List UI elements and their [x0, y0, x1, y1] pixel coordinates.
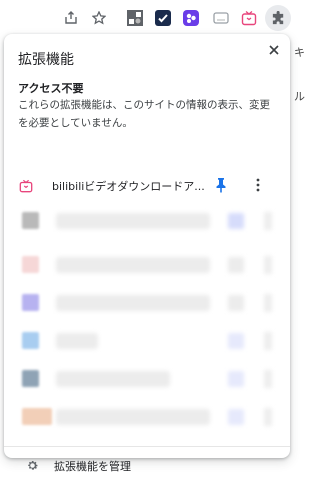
- page-edge-text: ル: [294, 90, 305, 103]
- extensions-puzzle-icon[interactable]: [265, 5, 291, 31]
- list-item[interactable]: [4, 292, 290, 314]
- more-vert-icon: [264, 332, 272, 350]
- share-icon[interactable]: [60, 7, 82, 29]
- extension-row[interactable]: bilibiliビデオダウンロードア...: [4, 170, 290, 200]
- extension-icon: [22, 332, 39, 349]
- extensions-popup: 拡張機能 アクセス不要 これらの拡張機能は、このサイトの情報の表示、変更を必要と…: [4, 34, 290, 473]
- extension-icon: [22, 294, 39, 311]
- pin-icon: [228, 371, 244, 387]
- list-item[interactable]: [4, 330, 290, 352]
- extension-card-icon[interactable]: [210, 7, 232, 29]
- gear-icon: [26, 457, 40, 471]
- extension-gift-icon[interactable]: [238, 7, 260, 29]
- extension-purple-icon[interactable]: [180, 7, 202, 29]
- extension-name-blurred: [56, 257, 210, 273]
- extension-name-blurred: [56, 371, 170, 387]
- more-vert-icon: [264, 294, 272, 312]
- pin-icon: [216, 178, 226, 193]
- pin-icon: [228, 409, 244, 425]
- more-options-button[interactable]: [250, 177, 266, 193]
- pin-icon: [228, 333, 244, 349]
- manage-extensions-label: 拡張機能を管理: [54, 460, 131, 473]
- list-item[interactable]: [4, 406, 290, 428]
- popup-title: 拡張機能: [18, 52, 74, 68]
- close-icon: [269, 45, 279, 55]
- pin-button[interactable]: [214, 177, 230, 193]
- extension-name: bilibiliビデオダウンロードア...: [52, 180, 205, 193]
- close-button[interactable]: [264, 40, 284, 60]
- section-title: アクセス不要: [18, 82, 84, 95]
- extension-name-blurred: [56, 295, 210, 311]
- list-item[interactable]: [4, 210, 290, 232]
- page-edge-text: キ: [294, 46, 305, 59]
- extension-name-blurred: [56, 409, 210, 425]
- list-item[interactable]: [4, 368, 290, 390]
- extension-icon: [22, 370, 39, 387]
- extension-icon: [22, 256, 39, 273]
- extension-icon: [22, 408, 52, 425]
- obscured-extension-list: [4, 210, 290, 430]
- extension-todo-icon[interactable]: [152, 7, 174, 29]
- more-vert-icon: [264, 370, 272, 388]
- extension-name-blurred: [56, 213, 210, 229]
- extension-icon: [22, 212, 39, 229]
- list-item[interactable]: [4, 254, 290, 276]
- more-vert-icon: [264, 408, 272, 426]
- pin-icon: [228, 213, 244, 229]
- section-description: これらの拡張機能は、このサイトの情報の表示、変更を必要としていません。: [18, 99, 270, 129]
- browser-toolbar: [0, 0, 300, 36]
- extension-name-blurred: [56, 333, 98, 349]
- pin-icon: [228, 295, 244, 311]
- more-vert-icon: [264, 212, 272, 230]
- bookmark-star-icon[interactable]: [88, 7, 110, 29]
- more-vert-icon: [264, 256, 272, 274]
- more-vert-icon: [256, 178, 260, 192]
- footer-divider: [4, 446, 290, 447]
- pin-icon: [228, 257, 244, 273]
- bilibili-download-icon: [19, 178, 33, 193]
- extension-1-icon[interactable]: [124, 7, 146, 29]
